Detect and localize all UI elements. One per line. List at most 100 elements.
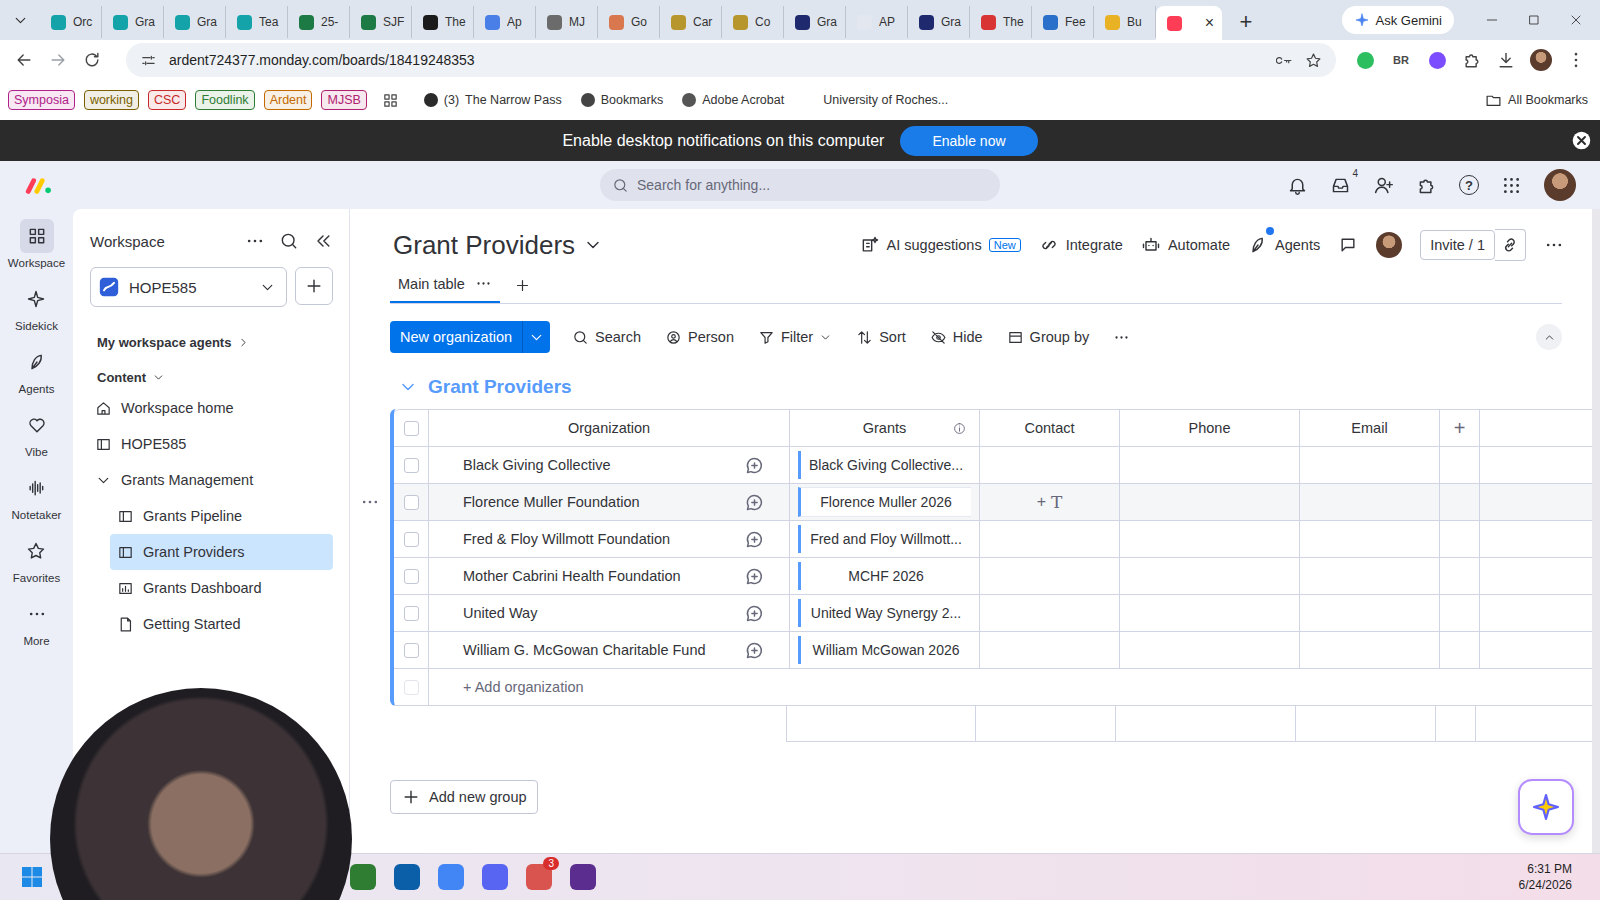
invite-member-icon[interactable] <box>1373 175 1394 196</box>
browser-tab[interactable]: Co <box>722 6 784 38</box>
bookmark-link[interactable]: University of Roches... <box>803 93 948 107</box>
grant-link-chip[interactable]: MCHF 2026 <box>798 562 971 590</box>
taskbar-app[interactable]: 3 <box>526 864 552 890</box>
chevron-down-icon[interactable] <box>583 235 603 255</box>
add-button[interactable] <box>295 267 333 305</box>
organization-cell[interactable]: Florence Muller Foundation <box>429 484 790 520</box>
select-all-checkbox[interactable] <box>404 421 419 436</box>
browser-tab[interactable]: MJ <box>536 6 598 38</box>
add-update-icon[interactable] <box>744 566 765 587</box>
bookmark-chip[interactable]: CSC <box>148 90 186 110</box>
row-checkbox[interactable] <box>404 458 419 473</box>
table-row[interactable]: United WayUnited Way Synergy 2... <box>394 595 1592 632</box>
apps-puzzle-icon[interactable] <box>1416 175 1437 196</box>
email-cell[interactable] <box>1300 447 1440 483</box>
bookmark-chip[interactable]: Foodlink <box>195 90 254 110</box>
browser-tab[interactable]: Ap <box>474 6 536 38</box>
tab-close-button[interactable]: × <box>1205 15 1214 31</box>
grant-link-chip[interactable]: William McGowan 2026 <box>798 636 971 664</box>
grants-cell[interactable]: MCHF 2026 <box>790 558 980 594</box>
organization-cell[interactable]: Mother Cabrini Health Foundation <box>429 558 790 594</box>
windows-start-icon[interactable] <box>20 865 44 889</box>
grant-link-chip[interactable]: Florence Muller 2026 <box>798 487 971 517</box>
add-item-row[interactable]: + Add organization <box>394 669 1592 706</box>
bookmark-chip[interactable]: MJSB <box>321 90 366 110</box>
sidebar-item[interactable]: Grants Dashboard <box>90 570 333 606</box>
workspace-agents-link[interactable]: My workspace agents <box>90 335 333 350</box>
sidebar-item[interactable]: Grants Management <box>90 462 333 498</box>
view-tab[interactable]: Main table <box>390 267 500 303</box>
close-banner-icon[interactable] <box>1571 130 1592 151</box>
new-item-dropdown[interactable] <box>522 321 550 353</box>
column-header[interactable]: Grants <box>790 410 980 446</box>
scrollbar[interactable] <box>1592 209 1600 853</box>
phone-cell[interactable] <box>1120 595 1300 631</box>
menu-kebab-icon[interactable] <box>1566 50 1586 70</box>
add-update-icon[interactable] <box>744 529 765 550</box>
inbox-button[interactable]: 4 <box>1330 175 1351 196</box>
toolbar-button[interactable]: Hide <box>930 329 983 346</box>
new-item-button[interactable]: New organization <box>390 321 550 353</box>
search-icon[interactable] <box>279 231 299 251</box>
add-column-button[interactable]: + <box>1440 410 1480 446</box>
toolbar-button[interactable]: Sort <box>856 329 906 346</box>
board-owner-avatar[interactable] <box>1376 232 1402 258</box>
notifications-bell-icon[interactable] <box>1287 175 1308 196</box>
browser-tab[interactable]: Tea <box>226 6 288 38</box>
browser-tab[interactable]: Gra <box>164 6 226 38</box>
rail-item[interactable]: Workspace <box>8 219 65 282</box>
bookmark-chip[interactable]: working <box>84 90 139 110</box>
email-cell[interactable] <box>1300 521 1440 557</box>
rail-item[interactable]: Agents <box>19 345 55 408</box>
chat-icon[interactable] <box>1338 235 1358 255</box>
table-row[interactable]: Florence Muller Foundation Florence Mulle… <box>394 484 1592 521</box>
add-group-button[interactable]: Add new group <box>390 780 538 814</box>
sidebar-item[interactable]: Getting Started <box>90 606 333 642</box>
taskbar-app[interactable] <box>482 864 508 890</box>
bookmark-chip[interactable]: Symposia <box>8 90 75 110</box>
taskbar-app[interactable] <box>438 864 464 890</box>
board-action[interactable]: AI suggestionsNew <box>860 235 1021 255</box>
board-action[interactable]: Automate <box>1141 235 1230 255</box>
contact-cell[interactable] <box>980 595 1120 631</box>
phone-cell[interactable] <box>1120 447 1300 483</box>
info-icon[interactable] <box>953 422 966 435</box>
toolbar-button[interactable]: Search <box>572 329 641 346</box>
copy-link-button[interactable] <box>1495 229 1526 261</box>
row-checkbox[interactable] <box>404 569 419 584</box>
bookmark-link[interactable]: Bookmarks <box>581 93 664 107</box>
contact-cell[interactable] <box>980 521 1120 557</box>
system-clock[interactable]: 6:31 PM6/24/2026 <box>1519 862 1572 892</box>
organization-cell[interactable]: William G. McGowan Charitable Fund <box>429 632 790 668</box>
add-view-icon[interactable] <box>514 277 531 294</box>
browser-tab[interactable]: SJF <box>350 6 412 38</box>
minimize-icon[interactable] <box>1484 12 1500 28</box>
toolbar-button[interactable]: Filter <box>758 329 832 346</box>
add-text-hint[interactable]: +T <box>1037 492 1063 512</box>
contact-cell[interactable] <box>980 632 1120 668</box>
tab-search-button[interactable] <box>0 0 40 40</box>
more-dots-icon[interactable] <box>1113 329 1130 346</box>
phone-cell[interactable] <box>1120 521 1300 557</box>
toolbar-button[interactable]: Group by <box>1007 329 1090 346</box>
global-search[interactable]: Search for anything... <box>600 169 1000 201</box>
grants-cell[interactable]: William McGowan 2026 <box>790 632 980 668</box>
bookmark-link[interactable]: (3)The Narrow Pass <box>424 93 562 107</box>
column-header[interactable]: Email <box>1300 410 1440 446</box>
contact-cell[interactable]: +T <box>980 484 1120 520</box>
grants-cell[interactable]: Fred and Floy Willmott... <box>790 521 980 557</box>
organization-cell[interactable]: Fred & Floy Willmott Foundation <box>429 521 790 557</box>
column-header[interactable]: Phone <box>1120 410 1300 446</box>
email-cell[interactable] <box>1300 632 1440 668</box>
board-action[interactable]: Integrate <box>1039 235 1123 255</box>
taskbar-app[interactable] <box>570 864 596 890</box>
bookmark-chip[interactable]: Ardent <box>264 90 313 110</box>
browser-tab[interactable]: Go <box>598 6 660 38</box>
contact-cell[interactable] <box>980 558 1120 594</box>
browser-tab[interactable]: Orc <box>40 6 102 38</box>
reload-icon[interactable] <box>82 50 102 70</box>
more-dots-icon[interactable] <box>245 231 265 251</box>
address-bar[interactable]: ardent724377.monday.com/boards/184192483… <box>126 43 1336 77</box>
extension-button[interactable] <box>1354 52 1376 69</box>
browser-tab[interactable]: Gra <box>784 6 846 38</box>
